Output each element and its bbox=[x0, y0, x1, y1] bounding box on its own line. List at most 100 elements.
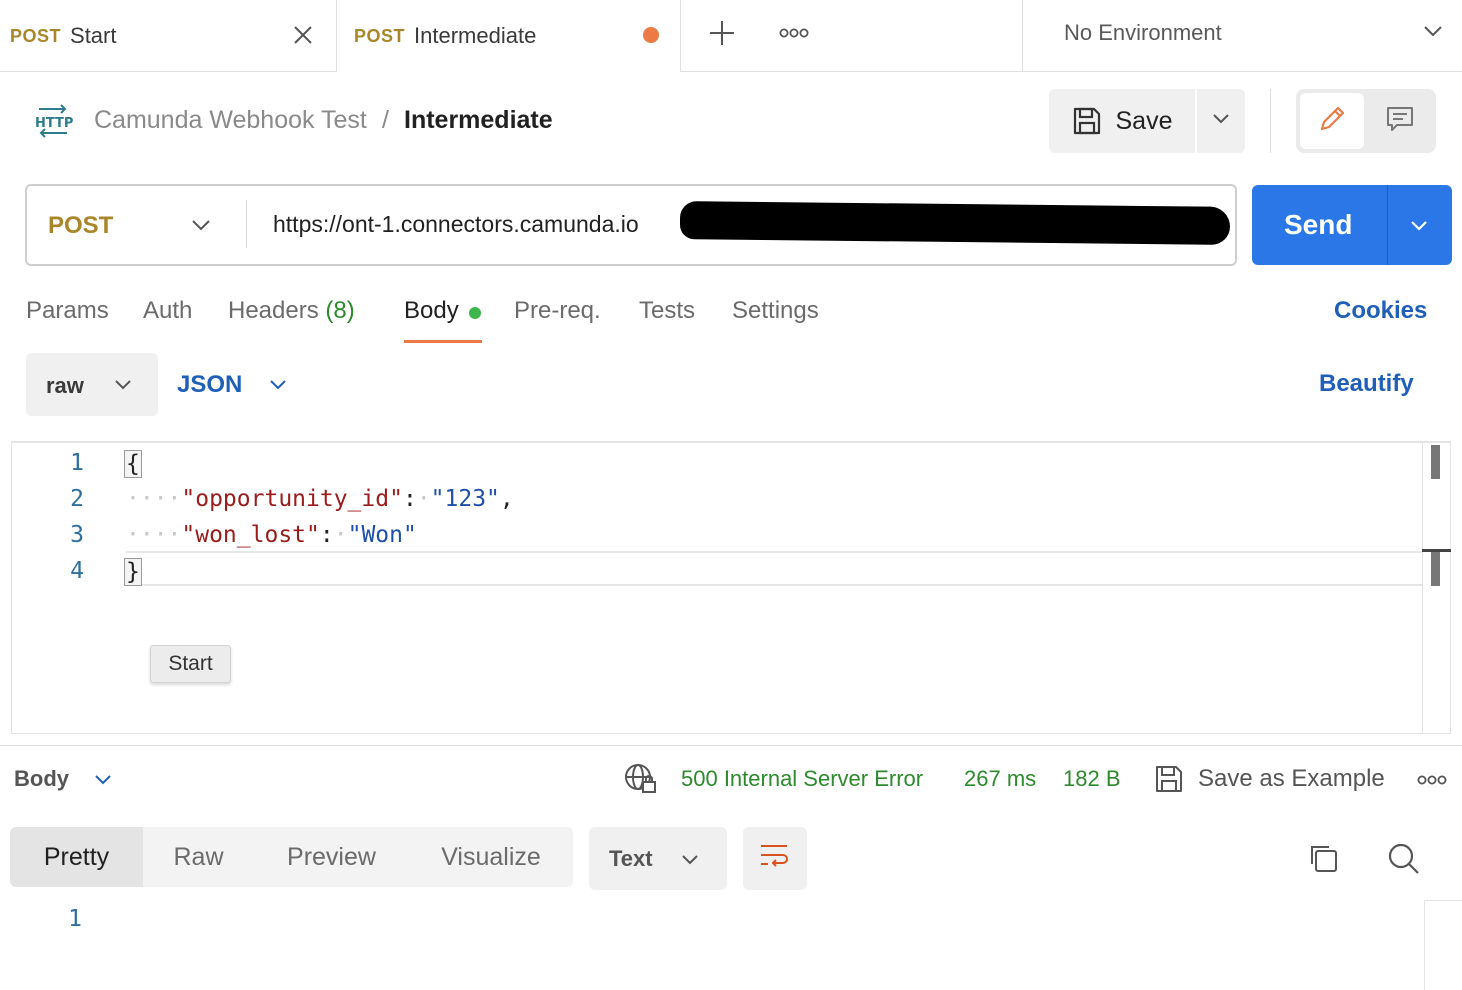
scrollbar-track bbox=[1424, 900, 1425, 990]
cookies-link[interactable]: Cookies bbox=[1334, 297, 1427, 325]
divider bbox=[0, 745, 1462, 746]
line-number: 2 bbox=[70, 486, 84, 512]
wrap-icon bbox=[759, 843, 791, 874]
page-title[interactable]: Intermediate bbox=[404, 106, 553, 135]
line-number: 1 bbox=[68, 906, 82, 932]
copy-icon[interactable] bbox=[1307, 842, 1339, 879]
code-close-brace: } bbox=[124, 558, 142, 586]
body-mode-label: raw bbox=[46, 373, 84, 398]
pencil-icon bbox=[1317, 104, 1347, 139]
tab-method: POST bbox=[10, 25, 62, 46]
json-value: "Won" bbox=[347, 522, 417, 548]
tab-tests[interactable]: Tests bbox=[639, 297, 695, 325]
status-badge[interactable]: 500 Internal Server Error bbox=[681, 766, 923, 792]
url-input[interactable]: https://ont-1.connectors.camunda.io bbox=[256, 186, 1234, 264]
send-label: Send bbox=[1284, 209, 1353, 240]
line-number: 1 bbox=[70, 450, 84, 476]
wrap-lines-button[interactable] bbox=[743, 827, 807, 890]
tab-headers-label: Headers bbox=[228, 297, 319, 324]
view-visualize[interactable]: Visualize bbox=[409, 827, 573, 887]
body-mode-select[interactable]: raw bbox=[26, 353, 158, 416]
search-icon[interactable] bbox=[1387, 842, 1421, 881]
environment-select[interactable]: No Environment bbox=[1023, 0, 1462, 72]
tab-name: Start bbox=[70, 23, 117, 48]
url-text: https://ont-1.connectors.camunda.io bbox=[273, 211, 639, 237]
tab-headers[interactable]: Headers (8) bbox=[228, 297, 355, 325]
divider bbox=[1424, 900, 1462, 901]
format-label: Text bbox=[609, 846, 653, 871]
view-pretty[interactable]: Pretty bbox=[10, 827, 143, 887]
view-toggle bbox=[1296, 89, 1436, 153]
divider bbox=[246, 200, 247, 248]
plus-icon[interactable] bbox=[708, 19, 736, 52]
more-icon[interactable] bbox=[779, 26, 809, 44]
beautify-link[interactable]: Beautify bbox=[1319, 370, 1414, 398]
response-size[interactable]: 182 B bbox=[1063, 766, 1121, 792]
format-select[interactable]: Text bbox=[589, 827, 727, 890]
scrollbar-thumb bbox=[1431, 552, 1440, 586]
breadcrumb-collection[interactable]: Camunda Webhook Test bbox=[94, 106, 367, 135]
save-icon bbox=[1072, 106, 1102, 136]
view-preview[interactable]: Preview bbox=[254, 827, 409, 887]
chevron-down-icon bbox=[1423, 24, 1443, 43]
scrollbar-track bbox=[1422, 443, 1423, 733]
tab-settings[interactable]: Settings bbox=[732, 297, 819, 325]
edit-mode-button[interactable] bbox=[1300, 93, 1364, 149]
unsaved-dot-icon bbox=[643, 27, 659, 43]
tab-name: Intermediate bbox=[414, 23, 537, 48]
json-key: "opportunity_id" bbox=[181, 486, 403, 512]
tab-params[interactable]: Params bbox=[26, 297, 109, 325]
current-line-highlight bbox=[126, 551, 1422, 586]
json-key: "won_lost" bbox=[181, 522, 320, 548]
response-body-label: Body bbox=[14, 766, 69, 791]
json-value: "123" bbox=[430, 486, 500, 512]
scrollbar-thumb[interactable] bbox=[1431, 445, 1440, 479]
chevron-down-icon bbox=[94, 773, 112, 791]
line-number: 4 bbox=[70, 558, 84, 584]
close-icon[interactable] bbox=[292, 24, 314, 51]
method-label: POST bbox=[48, 212, 114, 239]
save-as-example-button[interactable]: Save as Example bbox=[1154, 763, 1385, 795]
more-icon[interactable] bbox=[1417, 773, 1447, 791]
tab-auth[interactable]: Auth bbox=[143, 297, 192, 325]
response-time[interactable]: 267 ms bbox=[964, 766, 1036, 792]
divider bbox=[1387, 185, 1388, 265]
save-button[interactable]: Save bbox=[1049, 89, 1195, 153]
line-number: 3 bbox=[70, 522, 84, 548]
redaction-mark bbox=[679, 201, 1231, 245]
view-raw[interactable]: Raw bbox=[143, 827, 254, 887]
http-icon: HTTP bbox=[33, 103, 73, 144]
chevron-down-icon bbox=[191, 218, 211, 237]
http-badge: HTTP bbox=[35, 116, 73, 131]
save-icon bbox=[1154, 764, 1184, 794]
comments-button[interactable] bbox=[1368, 93, 1432, 149]
code-open-brace: { bbox=[124, 450, 142, 478]
globe-lock-icon[interactable] bbox=[624, 763, 658, 800]
tab-start[interactable]: POST Start bbox=[0, 0, 337, 72]
send-button[interactable]: Send bbox=[1252, 185, 1452, 265]
json-colon: : bbox=[402, 486, 417, 512]
body-indicator-dot bbox=[469, 307, 481, 319]
chevron-down-icon bbox=[1212, 112, 1230, 130]
method-select[interactable]: POST bbox=[27, 186, 245, 264]
chevron-down-icon bbox=[269, 378, 287, 396]
save-options-button[interactable] bbox=[1197, 89, 1245, 153]
save-label: Save bbox=[1115, 106, 1173, 135]
chevron-down-icon[interactable] bbox=[1410, 219, 1428, 237]
breadcrumb-separator: / bbox=[382, 106, 389, 134]
code-line: ····"won_lost":·"Won" bbox=[126, 522, 417, 548]
chevron-down-icon bbox=[681, 853, 699, 871]
tab-intermediate[interactable]: POST Intermediate bbox=[337, 0, 681, 73]
headers-count: (8) bbox=[325, 297, 355, 324]
chevron-down-icon bbox=[114, 378, 132, 396]
language-select[interactable]: JSON bbox=[177, 353, 297, 416]
json-comma: , bbox=[499, 486, 514, 512]
code-line: ····"opportunity_id":·"123", bbox=[126, 486, 514, 512]
response-body-select[interactable]: Body bbox=[14, 764, 124, 796]
language-label: JSON bbox=[177, 371, 243, 398]
tab-prereq[interactable]: Pre-req. bbox=[514, 297, 601, 325]
environment-label: No Environment bbox=[1064, 20, 1222, 45]
code-editor[interactable] bbox=[11, 441, 1451, 734]
tooltip-text: Start bbox=[168, 652, 213, 675]
tab-body[interactable]: Body bbox=[404, 297, 459, 325]
